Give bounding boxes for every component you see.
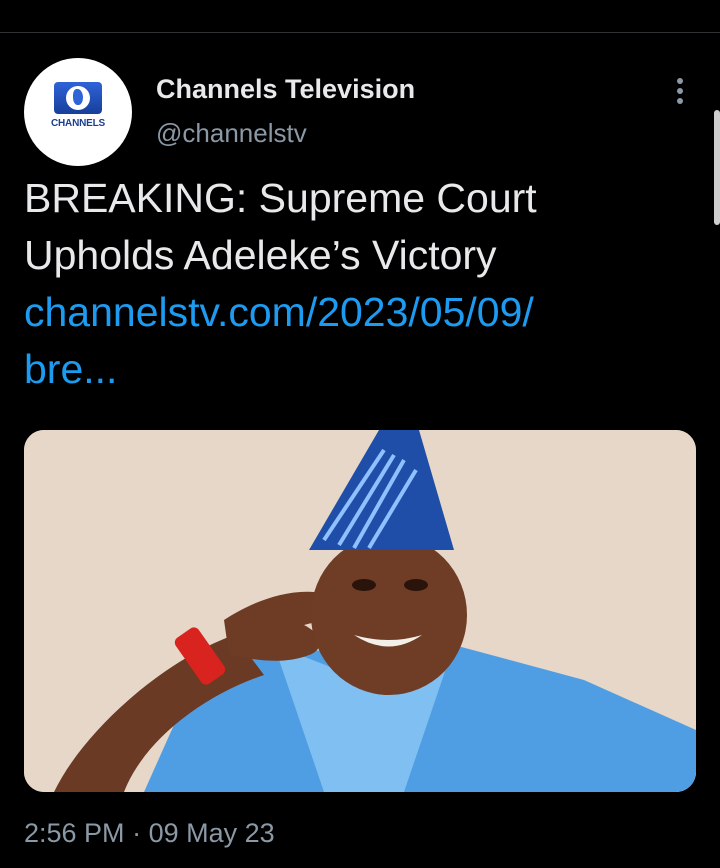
logo-screen bbox=[54, 82, 102, 114]
more-vertical-icon bbox=[677, 78, 683, 84]
display-name[interactable]: Channels Television bbox=[156, 74, 415, 105]
tweet-link[interactable]: channelstv.com/2023/05/09/ bre... bbox=[24, 284, 684, 398]
tweet-media-photo[interactable] bbox=[24, 430, 696, 792]
tweet-body: BREAKING: Supreme Court Upholds Adeleke’… bbox=[24, 170, 684, 398]
avatar[interactable]: CHANNELS bbox=[24, 58, 132, 166]
tweet-time: 2:56 PM bbox=[24, 818, 125, 848]
top-divider bbox=[0, 32, 720, 33]
logo-wordmark: CHANNELS bbox=[51, 118, 105, 129]
tweet-date: 09 May 23 bbox=[148, 818, 275, 848]
timestamp[interactable]: 2:56 PM · 09 May 23 bbox=[24, 818, 275, 849]
tweet-text: BREAKING: Supreme Court Upholds Adeleke’… bbox=[24, 175, 537, 278]
separator: · bbox=[132, 818, 142, 848]
scrollbar-thumb[interactable] bbox=[714, 110, 720, 225]
photo-illustration bbox=[24, 430, 696, 792]
more-options-button[interactable] bbox=[668, 74, 692, 108]
handle[interactable]: @channelstv bbox=[156, 118, 307, 149]
globe-icon bbox=[66, 86, 90, 110]
tweet-link-line1: channelstv.com/2023/05/09/ bbox=[24, 289, 534, 335]
channels-logo: CHANNELS bbox=[48, 82, 108, 142]
tweet-link-line2: bre... bbox=[24, 346, 118, 392]
